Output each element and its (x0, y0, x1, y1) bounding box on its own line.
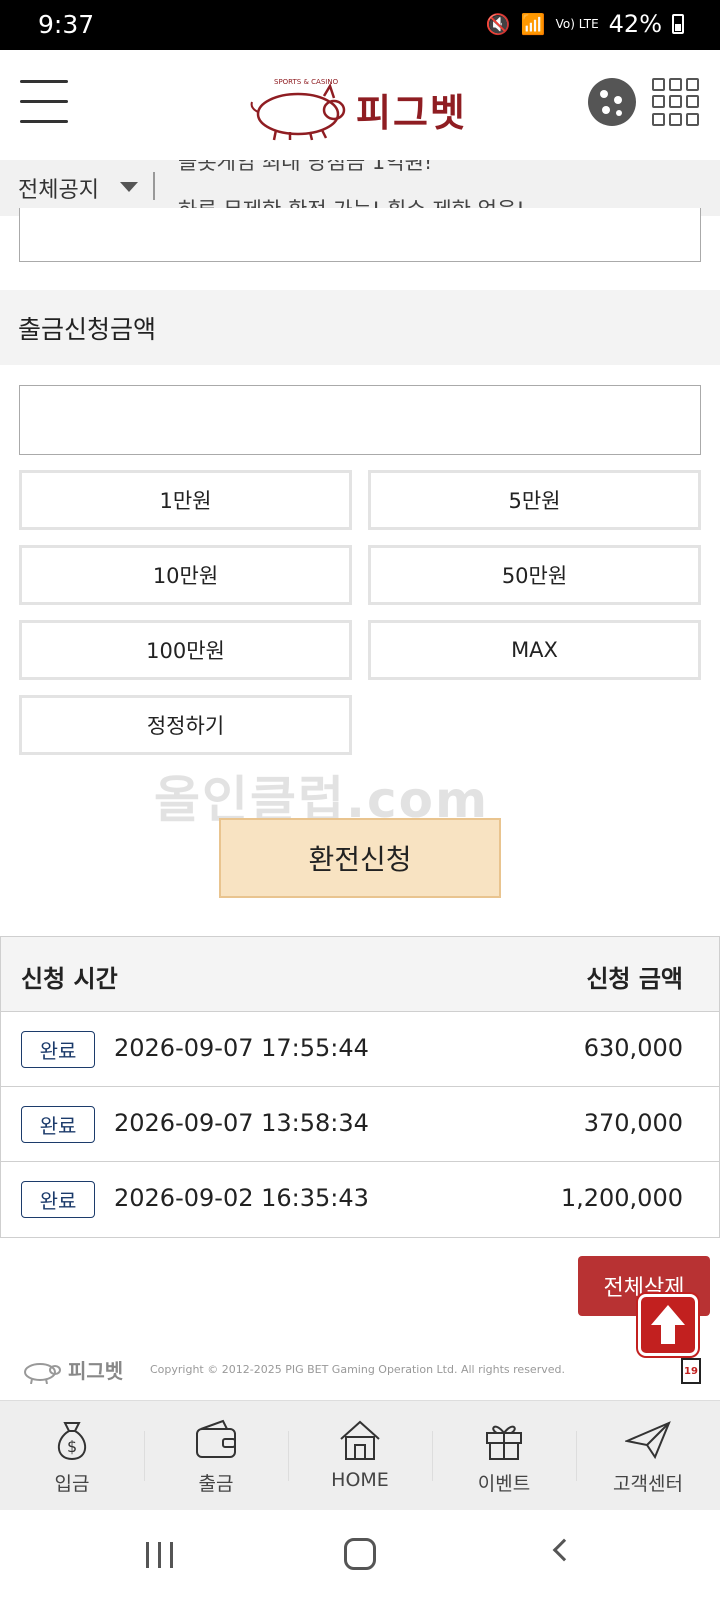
withdraw-submit-button[interactable]: 환전신청 (219, 818, 501, 898)
notice-line-1: 슬롯게임 최대 당첨금 1억원! (178, 160, 433, 174)
request-amount: 370,000 (583, 1109, 683, 1137)
svg-text:SPORTS & CASINO: SPORTS & CASINO (274, 78, 339, 86)
paper-plane-icon (625, 1421, 671, 1460)
home-icon[interactable] (344, 1538, 376, 1570)
quick-amount-button-1m[interactable]: 100만원 (19, 620, 352, 680)
pig-icon: SPORTS & CASINO (250, 78, 346, 141)
site-logo[interactable]: SPORTS & CASINO 피그벳 (246, 72, 476, 142)
table-row: 완료 2026-09-07 13:58:34 370,000 (1, 1087, 719, 1162)
nav-withdraw[interactable]: 출금 (144, 1401, 288, 1510)
quick-amount-button-max[interactable]: MAX (368, 620, 701, 680)
nav-label: HOME (331, 1469, 389, 1491)
house-icon (340, 1420, 380, 1460)
back-icon[interactable] (552, 1538, 576, 1562)
status-icons: 🔇 📶 Vo) LTE 42% (486, 10, 684, 38)
cookie-icon[interactable] (588, 78, 636, 126)
notice-category[interactable]: 전체공지 (18, 172, 99, 204)
scroll-top-arrow-icon[interactable] (638, 1294, 698, 1356)
footer-logo: 피그벳 (20, 1355, 123, 1384)
nav-label: 출금 (198, 1473, 234, 1495)
footer-logo-text: 피그벳 (68, 1359, 124, 1383)
quick-amount-button-100k[interactable]: 10만원 (19, 545, 352, 605)
request-amount: 1,200,000 (560, 1184, 683, 1212)
withdraw-amount-input[interactable] (19, 385, 701, 455)
withdraw-section-header: 출금신청금액 (0, 290, 720, 365)
nav-support[interactable]: 고객센터 (576, 1401, 720, 1510)
apps-grid-icon[interactable] (652, 78, 700, 126)
menu-icon[interactable] (20, 80, 68, 124)
divider (153, 172, 155, 200)
status-time: 9:37 (38, 10, 95, 39)
reset-button[interactable]: 정정하기 (19, 695, 352, 755)
nav-event[interactable]: 이벤트 (432, 1401, 576, 1510)
status-badge: 완료 (21, 1031, 95, 1068)
wifi-icon: 📶 (520, 12, 546, 36)
age-restriction-badge: 19 (681, 1358, 701, 1384)
system-navigation-bar (0, 1510, 720, 1600)
logo-text: 피그벳 (356, 91, 467, 135)
recents-icon[interactable] (146, 1542, 174, 1568)
money-bag-icon: $ (57, 1422, 87, 1461)
table-header: 신청 시간 신청 금액 (1, 937, 719, 1012)
status-badge: 완료 (21, 1106, 95, 1143)
table-row: 완료 2026-09-07 17:55:44 630,000 (1, 1012, 719, 1087)
svg-text:$: $ (67, 1437, 77, 1456)
request-datetime: 2026-09-07 17:55:44 (114, 1034, 369, 1062)
nav-deposit[interactable]: $ 입금 (0, 1401, 144, 1510)
app-header: SPORTS & CASINO 피그벳 (0, 50, 720, 160)
battery-percent: 42% (608, 10, 662, 38)
nav-label: 이벤트 (477, 1473, 531, 1495)
account-info-field[interactable] (19, 208, 701, 262)
request-datetime: 2026-09-07 13:58:34 (114, 1109, 369, 1137)
bottom-navigation: $ 입금 출금 HOME 이벤트 고객센터 (0, 1400, 720, 1510)
network-label: Vo) LTE (555, 17, 599, 31)
mute-icon: 🔇 (485, 12, 511, 36)
column-header-time: 신청 시간 (21, 965, 118, 993)
withdraw-history-table: 신청 시간 신청 금액 완료 2026-09-07 17:55:44 630,0… (0, 936, 720, 1238)
table-row: 완료 2026-09-02 16:35:43 1,200,000 (1, 1162, 719, 1237)
battery-icon (672, 14, 684, 34)
quick-amount-button-500k[interactable]: 50만원 (368, 545, 701, 605)
quick-amount-button-10k[interactable]: 1만원 (19, 470, 352, 530)
wallet-icon (196, 1419, 236, 1458)
pig-icon (24, 1362, 61, 1384)
quick-amount-button-50k[interactable]: 5만원 (368, 470, 701, 530)
nav-label: 입금 (54, 1473, 90, 1495)
nav-label: 고객센터 (613, 1473, 683, 1495)
section-title: 출금신청금액 (18, 315, 157, 344)
chevron-down-icon[interactable] (120, 182, 138, 192)
status-badge: 완료 (21, 1181, 95, 1218)
request-amount: 630,000 (583, 1034, 683, 1062)
request-datetime: 2026-09-02 16:35:43 (114, 1184, 369, 1212)
nav-home[interactable]: HOME (288, 1401, 432, 1510)
gift-icon (486, 1425, 522, 1460)
column-header-amount: 신청 금액 (586, 965, 683, 993)
copyright-text: Copyright © 2012-2025 PIG BET Gaming Ope… (150, 1363, 565, 1376)
status-bar: 9:37 🔇 📶 Vo) LTE 42% (0, 0, 720, 50)
